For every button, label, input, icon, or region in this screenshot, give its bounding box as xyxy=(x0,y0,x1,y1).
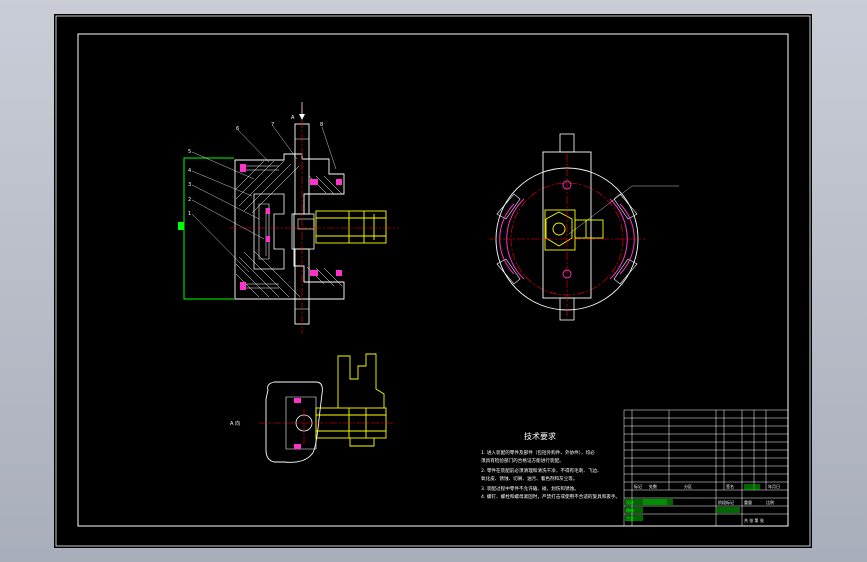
bracket-yellow xyxy=(315,353,387,447)
notes-title: 技术要求 xyxy=(524,431,556,441)
note-line-1: 1. 进入装配的零件及部件（包括外购件、外协件），均必 xyxy=(481,449,595,456)
part-leaders xyxy=(191,125,337,273)
note-line-3: 2. 零件在装配前必须清理和清洗干净，不得有毛刺、飞边、 xyxy=(481,467,602,474)
tb-stage-label: 阶段标记 xyxy=(718,499,734,505)
tb-scale-label: 比例 xyxy=(766,499,774,505)
part-number-6: 6 xyxy=(236,126,239,132)
part-number-8: 8 xyxy=(320,122,323,128)
part-number-2: 2 xyxy=(188,197,191,203)
cad-viewport[interactable]: A 5 4 3 2 1 6 7 8 A 向 技术要求 1. 进入装配的零件及部件… xyxy=(54,14,812,548)
chuck-outline xyxy=(183,157,234,300)
cap-screws xyxy=(240,164,342,290)
tb-label-sign: 签名 xyxy=(726,483,734,489)
part-number-1: 1 xyxy=(188,211,191,217)
tb-label-count: 处数 xyxy=(649,483,657,489)
tb-label-zone: 分区 xyxy=(684,483,692,489)
tb-label-date: 年月日 xyxy=(768,483,780,489)
tb-cell-craft: 工艺 xyxy=(626,516,634,521)
title-block-cells: 标记 处数 分区 签名 年月日 设计 审核 工艺 阶段标记 重量 比例 共 张 … xyxy=(625,483,780,523)
part-number-7: 7 xyxy=(271,122,274,128)
title-block xyxy=(623,409,789,527)
a-direction-view: A 向 xyxy=(230,353,394,463)
tb-cell-review: 审核 xyxy=(626,507,634,513)
chuck-marker xyxy=(178,222,184,230)
section-hatching xyxy=(235,160,343,298)
view-label-a: A xyxy=(291,115,295,121)
side-circular-view xyxy=(489,133,679,321)
cad-drawing-sheet: A 5 4 3 2 1 6 7 8 A 向 技术要求 1. 进入装配的零件及部件… xyxy=(55,15,811,547)
tb-weight-label: 重量 xyxy=(744,499,752,505)
front-section-view: A 5 4 3 2 1 6 7 8 xyxy=(178,102,399,334)
technical-notes: 技术要求 1. 进入装配的零件及部件（包括外购件、外协件），均必 须具有检验部门… xyxy=(481,431,620,500)
part-number-3: 3 xyxy=(188,182,191,188)
view-label-a-direction: A 向 xyxy=(230,420,240,427)
part-number-5: 5 xyxy=(188,149,191,155)
drive-shaft xyxy=(315,210,387,244)
outer-border xyxy=(55,15,811,547)
note-line-4: 氧化皮、锈蚀、切屑、油污、着色剂和灰尘等。 xyxy=(481,475,577,482)
note-line-5: 3. 装配过程中零件不允许磕、碰、划伤和锈蚀。 xyxy=(481,485,579,492)
tb-label-mark: 标记 xyxy=(634,483,642,489)
note-line-6: 4. 螺钉、螺栓和螺母紧固时，严禁打击或使用不合适的旋具和扳手。 xyxy=(481,493,620,500)
tb-sheet: 共 张 第 张 xyxy=(744,517,764,523)
part-number-4: 4 xyxy=(188,168,191,174)
tb-cell-design: 设计 xyxy=(626,499,634,505)
note-line-2: 须具有检验部门的合格证方能进行装配。 xyxy=(481,457,564,464)
inner-border xyxy=(77,33,789,527)
